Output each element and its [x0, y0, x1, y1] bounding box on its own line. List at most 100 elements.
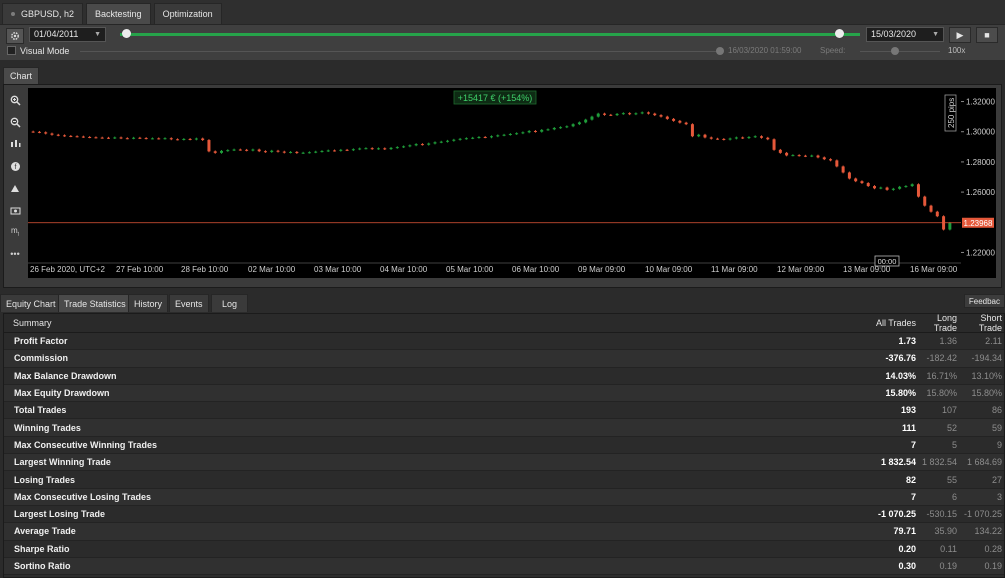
visual-mode-checkbox[interactable] — [7, 46, 16, 55]
candle-body — [923, 196, 927, 206]
candle-body — [56, 134, 60, 136]
indicators-icon[interactable]: f — [6, 157, 24, 175]
y-tick-label: 1.22000 — [966, 248, 995, 257]
end-date-select[interactable]: 15/03/2020 ▼ — [866, 27, 944, 42]
tab-history[interactable]: History — [128, 294, 169, 312]
price-chart[interactable]: 1.23968 1.32000 1.30000 1.28000 1.26000 1.220… — [28, 88, 996, 278]
timeframe-icon[interactable]: mt — [6, 223, 24, 241]
x-tick-label: 26 Feb 2020, UTC+2 — [30, 265, 105, 274]
candle-body — [389, 147, 393, 150]
tab-equity-chart[interactable]: Equity Chart — [0, 294, 62, 312]
visual-mode-track[interactable] — [80, 51, 720, 52]
y-tick-label: 1.30000 — [966, 128, 995, 137]
screenshot-icon[interactable] — [6, 201, 24, 219]
candle-body — [709, 137, 713, 139]
header-all-trades[interactable]: All Trades — [870, 318, 918, 328]
visual-mode-handle[interactable] — [716, 47, 724, 55]
drawing-tools-icon[interactable] — [6, 179, 24, 197]
candle-body — [653, 113, 657, 116]
zoom-in-icon[interactable] — [6, 91, 24, 109]
speed-track[interactable] — [860, 51, 940, 52]
row-name: Max Consecutive Losing Trades — [14, 491, 152, 502]
tab-backtesting[interactable]: Backtesting — [86, 3, 151, 24]
chevron-down-icon: ▼ — [932, 31, 939, 38]
candle-body — [483, 137, 487, 139]
row-name: Largest Losing Trade — [14, 509, 106, 520]
tab-backtesting-label: Backtesting — [95, 9, 142, 19]
x-tick-label: 06 Mar 10:00 — [512, 265, 560, 274]
more-icon[interactable]: ••• — [6, 245, 24, 263]
feedback-button[interactable]: Feedbac — [963, 294, 1005, 308]
candle-body — [326, 150, 330, 152]
candle-body — [552, 127, 556, 130]
candle-body — [276, 150, 280, 152]
candle-body — [766, 137, 770, 140]
candle-body — [471, 137, 475, 139]
status-dot-icon — [11, 12, 15, 16]
tab-symbol[interactable]: GBPUSD, h2 — [2, 3, 84, 24]
candle-body — [44, 132, 48, 134]
candle-body — [778, 149, 782, 153]
row-all-trades: 7 — [910, 439, 916, 450]
header-long-trades[interactable]: Long Trade — [918, 313, 959, 333]
row-short-trades: 86 — [991, 405, 1002, 416]
x-tick-label: 10 Mar 09:00 — [645, 265, 693, 274]
row-long-trades: 35.90 — [934, 526, 957, 537]
candle-body — [603, 113, 607, 115]
candle-body — [395, 147, 399, 149]
candle-body — [100, 137, 104, 139]
zoom-out-icon[interactable] — [6, 113, 24, 131]
candle-body — [132, 137, 136, 139]
candle-body — [584, 119, 588, 123]
candle-body — [157, 138, 161, 140]
table-row: Largest Losing Trade -1 070.25 -530.15 -1 0… — [4, 505, 1004, 524]
row-short-trades: 0.19 — [984, 561, 1002, 571]
candle-body — [703, 134, 707, 138]
row-long-trades: 0.19 — [939, 561, 957, 571]
row-name: Average Trade — [14, 526, 76, 537]
range-start-handle[interactable] — [122, 29, 131, 38]
row-name: Winning Trades — [14, 422, 81, 433]
header-short-trades[interactable]: Short Trade — [959, 313, 1004, 333]
play-button[interactable]: ▶ — [949, 27, 971, 43]
candle-body — [345, 149, 349, 151]
range-end-handle[interactable] — [835, 29, 844, 38]
candle-body — [678, 120, 682, 123]
tab-optimization[interactable]: Optimization — [153, 3, 222, 24]
settings-button[interactable] — [6, 28, 24, 44]
stop-button[interactable]: ■ — [976, 27, 998, 43]
tab-events[interactable]: Events — [169, 294, 209, 312]
date-range-track[interactable] — [120, 33, 860, 36]
candle-body — [734, 137, 738, 139]
candle-body — [935, 211, 939, 217]
candle-body — [891, 188, 895, 190]
candle-body — [464, 138, 468, 140]
candle-body — [829, 159, 833, 161]
profit-label: +15417 € (+154%) — [458, 93, 533, 103]
candle-body — [176, 139, 180, 141]
candle-body — [816, 155, 820, 158]
candle-body — [948, 222, 952, 230]
candle-body — [496, 135, 500, 137]
row-long-trades: 52 — [946, 422, 957, 433]
row-long-trades: 5 — [951, 439, 957, 450]
candle-body — [910, 184, 914, 187]
speed-handle[interactable] — [891, 47, 899, 55]
row-all-trades: 111 — [901, 422, 916, 433]
tab-chart[interactable]: Chart — [3, 67, 40, 84]
tab-symbol-label: GBPUSD, h2 — [21, 9, 75, 19]
candle-body — [860, 181, 864, 184]
end-date-value: 15/03/2020 — [871, 29, 917, 39]
chart-plot-area[interactable]: 1.23968 1.32000 1.30000 1.28000 1.26000 1.220… — [28, 88, 996, 278]
candle-body — [88, 137, 92, 139]
candle-body — [716, 138, 720, 140]
play-icon: ▶ — [956, 29, 964, 40]
tab-log[interactable]: Log — [211, 294, 248, 312]
row-short-trades: 134.22 — [974, 526, 1002, 537]
start-date-select[interactable]: 01/04/2011 ▼ — [29, 27, 106, 42]
table-header: Summary All Trades Long Trade Short Trad… — [4, 313, 1004, 333]
candle-body — [772, 139, 776, 150]
tab-trade-statistics[interactable]: Trade Statistics — [58, 294, 132, 312]
candles-icon[interactable] — [6, 135, 24, 153]
x-tick-label: 12 Mar 09:00 — [777, 265, 825, 274]
